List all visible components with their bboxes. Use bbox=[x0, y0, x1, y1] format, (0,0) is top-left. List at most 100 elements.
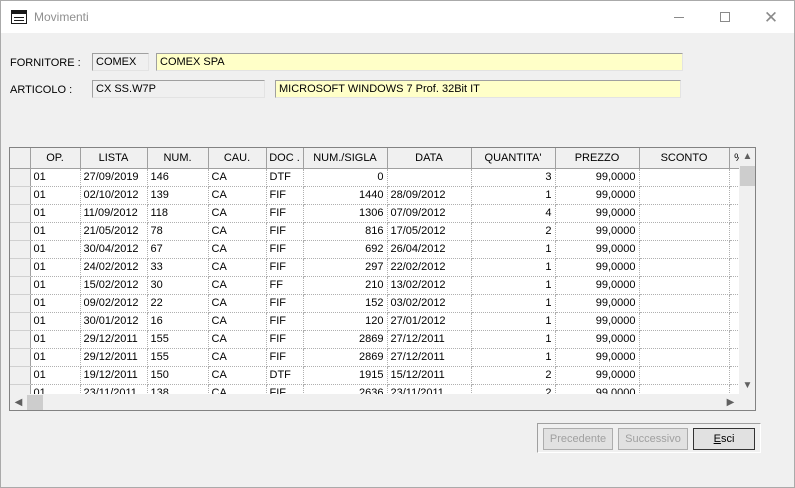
cell-num-sigla[interactable]: 210 bbox=[303, 276, 388, 295]
vertical-scrollbar[interactable]: ▲ ▼ bbox=[739, 148, 755, 394]
cell-op[interactable]: 01 bbox=[30, 294, 81, 313]
cell-sconto[interactable] bbox=[639, 240, 730, 259]
cell-num[interactable]: 67 bbox=[147, 240, 209, 259]
cell-sconto[interactable] bbox=[639, 204, 730, 223]
cell-num-sigla[interactable]: 1306 bbox=[303, 204, 388, 223]
cell-prezzo[interactable]: 99,0000 bbox=[555, 330, 640, 349]
cell-data[interactable]: 07/09/2012 bbox=[387, 204, 472, 223]
cell-num[interactable]: 150 bbox=[147, 366, 209, 385]
cell-quantita[interactable]: 2 bbox=[471, 222, 556, 241]
cell-op[interactable]: 01 bbox=[30, 186, 81, 205]
cell-num[interactable]: 118 bbox=[147, 204, 209, 223]
row-indicator[interactable] bbox=[10, 276, 31, 295]
cell-lista[interactable]: 24/02/2012 bbox=[80, 258, 148, 277]
cell-data[interactable]: 15/12/2011 bbox=[387, 366, 472, 385]
cell-doc[interactable]: FIF bbox=[266, 240, 304, 259]
table-row[interactable]: 01 19/12/2011 150 CA DTF 1915 15/12/2011 2 99,00… bbox=[10, 366, 750, 385]
table-row[interactable]: 01 27/09/2019 146 CA DTF 0 3 99,0000 bbox=[10, 168, 750, 187]
cell-cau[interactable]: CA bbox=[208, 276, 267, 295]
cell-sconto[interactable] bbox=[639, 258, 730, 277]
fornitore-name-field[interactable]: COMEX SPA bbox=[156, 53, 683, 71]
cell-num-sigla[interactable]: 152 bbox=[303, 294, 388, 313]
table-row[interactable]: 01 29/12/2011 155 CA FIF 2869 27/12/2011 1 99,00… bbox=[10, 348, 750, 367]
cell-num-sigla[interactable]: 1915 bbox=[303, 366, 388, 385]
cell-prezzo[interactable]: 99,0000 bbox=[555, 222, 640, 241]
fornitore-code-field[interactable]: COMEX bbox=[92, 53, 149, 71]
cell-lista[interactable]: 21/05/2012 bbox=[80, 222, 148, 241]
cell-quantita[interactable]: 1 bbox=[471, 186, 556, 205]
cell-data[interactable]: 27/12/2011 bbox=[387, 330, 472, 349]
column-header-op[interactable]: OP. bbox=[30, 148, 81, 169]
cell-lista[interactable]: 09/02/2012 bbox=[80, 294, 148, 313]
row-indicator[interactable] bbox=[10, 312, 31, 331]
cell-sconto[interactable] bbox=[639, 168, 730, 187]
cell-doc[interactable]: FIF bbox=[266, 258, 304, 277]
column-header-cau[interactable]: CAU. bbox=[208, 148, 267, 169]
cell-data[interactable]: 28/09/2012 bbox=[387, 186, 472, 205]
cell-op[interactable]: 01 bbox=[30, 312, 81, 331]
cell-num[interactable]: 155 bbox=[147, 330, 209, 349]
cell-sconto[interactable] bbox=[639, 312, 730, 331]
table-row[interactable]: 01 09/02/2012 22 CA FIF 152 03/02/2012 1 99,0000 bbox=[10, 294, 750, 313]
cell-doc[interactable]: DTF bbox=[266, 366, 304, 385]
cell-num[interactable]: 33 bbox=[147, 258, 209, 277]
cell-data[interactable]: 17/05/2012 bbox=[387, 222, 472, 241]
cell-op[interactable]: 01 bbox=[30, 168, 81, 187]
cell-lista[interactable]: 30/01/2012 bbox=[80, 312, 148, 331]
row-indicator[interactable] bbox=[10, 168, 31, 187]
cell-num[interactable]: 146 bbox=[147, 168, 209, 187]
cell-sconto[interactable] bbox=[639, 186, 730, 205]
cell-quantita[interactable]: 1 bbox=[471, 258, 556, 277]
cell-num[interactable]: 16 bbox=[147, 312, 209, 331]
row-indicator[interactable] bbox=[10, 330, 31, 349]
cell-quantita[interactable]: 1 bbox=[471, 294, 556, 313]
movements-grid[interactable]: OP. LISTA NUM. CAU. DOC . NUM./SIGLA DATA QUANT… bbox=[9, 147, 756, 411]
cell-op[interactable]: 01 bbox=[30, 330, 81, 349]
cell-quantita[interactable]: 1 bbox=[471, 240, 556, 259]
cell-op[interactable]: 01 bbox=[30, 276, 81, 295]
row-indicator[interactable] bbox=[10, 240, 31, 259]
column-header-quantita[interactable]: QUANTITA' bbox=[471, 148, 556, 169]
cell-doc[interactable]: FIF bbox=[266, 294, 304, 313]
cell-data[interactable]: 26/04/2012 bbox=[387, 240, 472, 259]
cell-num-sigla[interactable]: 692 bbox=[303, 240, 388, 259]
cell-num[interactable]: 22 bbox=[147, 294, 209, 313]
cell-op[interactable]: 01 bbox=[30, 204, 81, 223]
cell-data[interactable]: 22/02/2012 bbox=[387, 258, 472, 277]
cell-sconto[interactable] bbox=[639, 276, 730, 295]
cell-data[interactable]: 27/01/2012 bbox=[387, 312, 472, 331]
table-row[interactable]: 01 30/01/2012 16 CA FIF 120 27/01/2012 1 99,0000 bbox=[10, 312, 750, 331]
next-button[interactable]: Successivo bbox=[618, 428, 688, 450]
cell-sconto[interactable] bbox=[639, 294, 730, 313]
row-indicator[interactable] bbox=[10, 204, 31, 223]
cell-doc[interactable]: FIF bbox=[266, 222, 304, 241]
cell-data[interactable] bbox=[387, 168, 472, 187]
column-header-num-sigla[interactable]: NUM./SIGLA bbox=[303, 148, 388, 169]
cell-lista[interactable]: 02/10/2012 bbox=[80, 186, 148, 205]
cell-op[interactable]: 01 bbox=[30, 240, 81, 259]
cell-num[interactable]: 139 bbox=[147, 186, 209, 205]
row-indicator[interactable] bbox=[10, 348, 31, 367]
maximize-button[interactable] bbox=[702, 1, 748, 33]
cell-prezzo[interactable]: 99,0000 bbox=[555, 348, 640, 367]
cell-lista[interactable]: 30/04/2012 bbox=[80, 240, 148, 259]
cell-prezzo[interactable]: 99,0000 bbox=[555, 186, 640, 205]
cell-quantita[interactable]: 1 bbox=[471, 312, 556, 331]
cell-lista[interactable]: 15/02/2012 bbox=[80, 276, 148, 295]
column-header-num[interactable]: NUM. bbox=[147, 148, 209, 169]
cell-data[interactable]: 03/02/2012 bbox=[387, 294, 472, 313]
cell-cau[interactable]: CA bbox=[208, 294, 267, 313]
cell-prezzo[interactable]: 99,0000 bbox=[555, 204, 640, 223]
table-row[interactable]: 01 02/10/2012 139 CA FIF 1440 28/09/2012 1 99,00… bbox=[10, 186, 750, 205]
cell-op[interactable]: 01 bbox=[30, 222, 81, 241]
cell-num[interactable]: 155 bbox=[147, 348, 209, 367]
cell-num-sigla[interactable]: 2869 bbox=[303, 330, 388, 349]
table-row[interactable]: 01 15/02/2012 30 CA FF 210 13/02/2012 1 99,0000 bbox=[10, 276, 750, 295]
vertical-scroll-thumb[interactable] bbox=[740, 166, 755, 186]
cell-quantita[interactable]: 1 bbox=[471, 348, 556, 367]
cell-cau[interactable]: CA bbox=[208, 222, 267, 241]
cell-quantita[interactable]: 1 bbox=[471, 276, 556, 295]
cell-cau[interactable]: CA bbox=[208, 240, 267, 259]
cell-lista[interactable]: 27/09/2019 bbox=[80, 168, 148, 187]
cell-num[interactable]: 78 bbox=[147, 222, 209, 241]
